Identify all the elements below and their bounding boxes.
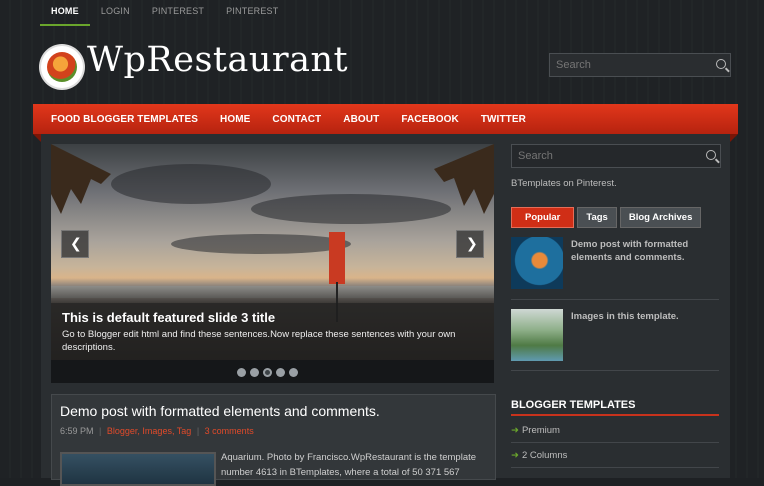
topnav-pinterest[interactable]: PINTEREST: [141, 0, 215, 24]
nav-fold-left: [33, 134, 41, 142]
nav-home[interactable]: HOME: [209, 104, 261, 134]
sidebar-search: [511, 144, 721, 168]
category-label: 2 Columns: [521, 450, 568, 461]
search-icon[interactable]: [706, 150, 716, 160]
post-title[interactable]: Demo post with formatted elements and co…: [60, 403, 380, 419]
meta-separator: |: [99, 426, 102, 436]
slide-title[interactable]: This is default featured slide 3 title: [62, 310, 275, 325]
topnav-login[interactable]: LOGIN: [90, 0, 141, 24]
slide-description: Go to Blogger edit html and find these s…: [62, 329, 456, 353]
post-meta: 6:59 PM | Blogger, Images, Tag | 3 comme…: [60, 426, 254, 436]
post-time: 6:59 PM: [60, 426, 94, 436]
nav-food-blogger-templates[interactable]: FOOD BLOGGER TEMPLATES: [33, 104, 209, 134]
meta-separator: |: [196, 426, 200, 436]
chevron-left-icon: ❮: [70, 236, 82, 252]
chevron-right-icon: ❯: [466, 236, 478, 252]
sidebar-search-input[interactable]: [512, 145, 674, 167]
popular-thumb-1[interactable]: [511, 237, 563, 289]
category-label: Premium: [521, 425, 560, 436]
divider: [511, 467, 719, 468]
category-premium[interactable]: ➜ Premium: [511, 425, 560, 436]
popular-thumb-2[interactable]: [511, 309, 563, 361]
popular-title-1[interactable]: Demo post with formatted elements and co…: [571, 238, 721, 264]
tab-popular[interactable]: Popular: [511, 207, 575, 228]
search-icon[interactable]: [716, 59, 726, 69]
post-excerpt: Aquarium. Photo by Francisco.WpRestauran…: [221, 452, 477, 478]
nav-about[interactable]: ABOUT: [332, 104, 390, 134]
category-2-columns[interactable]: ➜ 2 Columns: [511, 450, 567, 461]
nav-twitter[interactable]: TWITTER: [470, 104, 537, 134]
nav-contact[interactable]: CONTACT: [261, 104, 332, 134]
post-card: Demo post with formatted elements and co…: [51, 394, 496, 486]
nav-facebook[interactable]: FACEBOOK: [390, 104, 469, 134]
post-thumbnail[interactable]: [60, 452, 216, 486]
sidebar-tabs: Popular Tags Blog Archives: [511, 207, 702, 228]
topnav-home[interactable]: HOME: [40, 0, 90, 26]
nav-fold-right: [730, 134, 738, 142]
tab-blog-archives[interactable]: Blog Archives: [619, 207, 702, 228]
featured-slider: ❮ ❯ This is default featured slide 3 tit…: [51, 144, 494, 383]
slider-dot-4[interactable]: [276, 368, 285, 377]
blogger-templates-heading: BLOGGER TEMPLATES: [511, 399, 636, 411]
header-search: [549, 53, 731, 77]
slider-prev-button[interactable]: ❮: [61, 230, 89, 258]
slider-dot-2[interactable]: [250, 368, 259, 377]
slider-next-button[interactable]: ❯: [456, 230, 484, 258]
logo-icon[interactable]: [41, 46, 83, 88]
slider-dots: [237, 368, 298, 377]
tab-tags[interactable]: Tags: [577, 207, 617, 228]
site-title[interactable]: WpRestaurant: [87, 40, 348, 80]
divider: [511, 299, 719, 300]
post-labels[interactable]: Blogger, Images, Tag: [107, 426, 191, 436]
arrow-right-icon: ➜: [511, 425, 519, 436]
arrow-right-icon: ➜: [511, 450, 519, 461]
post-comments-link[interactable]: 3 comments: [205, 426, 254, 436]
top-nav: HOME LOGIN PINTEREST PINTEREST: [40, 0, 289, 26]
slider-dot-1[interactable]: [237, 368, 246, 377]
heading-underline: [511, 414, 719, 416]
popular-title-2[interactable]: Images in this template.: [571, 310, 721, 323]
topnav-pinterest-2[interactable]: PINTEREST: [215, 0, 289, 24]
pinterest-link[interactable]: BTemplates on Pinterest.: [511, 178, 617, 189]
slider-dot-3[interactable]: [263, 368, 272, 377]
slider-dot-5[interactable]: [289, 368, 298, 377]
header-search-input[interactable]: [550, 54, 712, 76]
main-nav: FOOD BLOGGER TEMPLATES HOME CONTACT ABOU…: [33, 104, 738, 134]
divider: [511, 442, 719, 443]
divider: [511, 370, 719, 371]
